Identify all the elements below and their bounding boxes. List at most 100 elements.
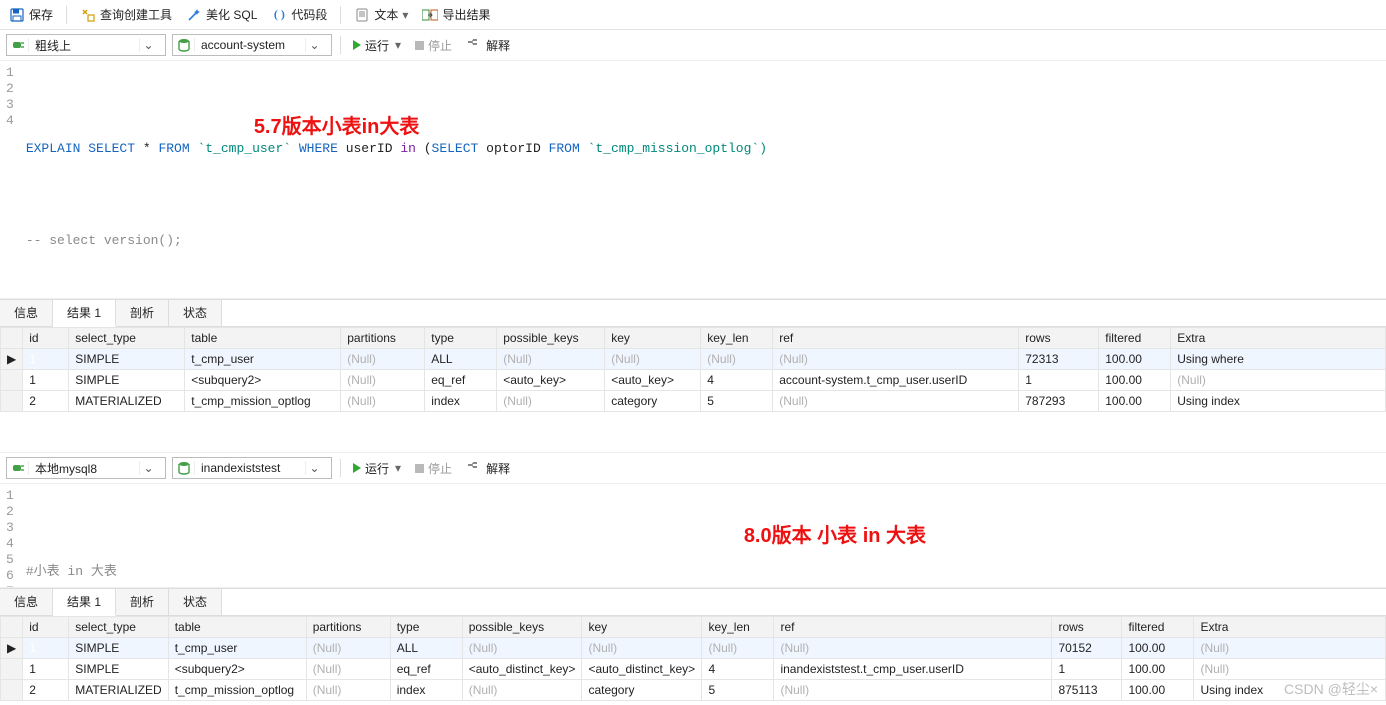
row-marker: ▶	[1, 349, 23, 370]
save-icon	[9, 7, 25, 23]
wand-icon	[186, 7, 202, 23]
col-table[interactable]: table	[168, 617, 306, 638]
save-button[interactable]: 保存	[6, 4, 56, 25]
stop-button-2: 停止	[411, 458, 456, 479]
stop-icon	[415, 464, 424, 473]
stop-label: 停止	[428, 37, 452, 54]
col-key[interactable]: key	[605, 328, 701, 349]
tab-status-2[interactable]: 状态	[169, 589, 222, 615]
tab-info-2[interactable]: 信息	[0, 589, 53, 615]
run-label: 运行	[365, 37, 389, 54]
col-select_type[interactable]: select_type	[69, 617, 168, 638]
col-ref[interactable]: ref	[774, 617, 1052, 638]
code-area-2[interactable]: #小表 in 大表 EXPLAIN SELECT * FROM `t_cmp_u…	[24, 484, 1386, 587]
col-rows[interactable]: rows	[1052, 617, 1122, 638]
query-builder-label: 查询创建工具	[100, 6, 172, 23]
sql-editor-2[interactable]: 1 2 3 4 5 6 7 #小表 in 大表 EXPLAIN SELECT *…	[0, 484, 1386, 588]
connection-bar-2: 本地mysql8 ⌄ inandexiststest ⌄ 运行 ▾ 停止 解释	[0, 452, 1386, 484]
row-marker: ▶	[1, 638, 23, 659]
beautify-button[interactable]: 美化 SQL	[183, 4, 260, 25]
explain-label: 解释	[486, 37, 510, 54]
col-filtered[interactable]: filtered	[1099, 328, 1171, 349]
col-id[interactable]: id	[23, 617, 69, 638]
explain-button-2[interactable]: 解释	[462, 458, 514, 479]
col-ref[interactable]: ref	[773, 328, 1019, 349]
table-row[interactable]: 1 SIMPLE <subquery2> (Null) eq_ref <auto…	[1, 659, 1386, 680]
text-label: 文本	[374, 6, 398, 23]
col-rows[interactable]: rows	[1019, 328, 1099, 349]
separator	[340, 459, 341, 477]
tab-result1-2[interactable]: 结果 1	[53, 589, 116, 616]
result-table-2[interactable]: id select_type table partitions type pos…	[0, 616, 1386, 701]
export-icon	[422, 7, 438, 23]
stop-button-1: 停止	[411, 35, 456, 56]
table-row[interactable]: ▶ 1 SIMPLE t_cmp_user (Null) ALL (Null) …	[1, 349, 1386, 370]
tab-result1-1[interactable]: 结果 1	[53, 300, 116, 327]
header-row: id select_type table partitions type pos…	[1, 617, 1386, 638]
col-possible_keys[interactable]: possible_keys	[497, 328, 605, 349]
result-tabs-2: 信息 结果 1 剖析 状态	[0, 588, 1386, 616]
table-row[interactable]: 2 MATERIALIZED t_cmp_mission_optlog (Nul…	[1, 680, 1386, 701]
chevron-down-icon: ⌄	[305, 461, 323, 475]
connection-combo-2[interactable]: 本地mysql8 ⌄	[6, 457, 166, 479]
col-id[interactable]: id	[23, 328, 69, 349]
connection-label-2: 本地mysql8	[29, 460, 139, 477]
col-key_len[interactable]: key_len	[701, 328, 773, 349]
chevron-down-icon: ▾	[402, 8, 408, 22]
separator	[340, 36, 341, 54]
database-icon	[173, 38, 195, 52]
database-label-2: inandexiststest	[195, 461, 305, 475]
col-type[interactable]: type	[425, 328, 497, 349]
gutter-1: 1 2 3 4	[0, 61, 24, 298]
col-possible_keys[interactable]: possible_keys	[462, 617, 582, 638]
database-icon	[173, 461, 195, 475]
run-label: 运行	[365, 460, 389, 477]
connection-bar-1: 粗线上 ⌄ account-system ⌄ 运行 ▾ 停止 解释	[0, 30, 1386, 61]
connection-label-1: 粗线上	[29, 37, 139, 54]
snippet-button[interactable]: ( ) 代码段	[268, 4, 330, 25]
col-partitions[interactable]: partitions	[306, 617, 390, 638]
col-type[interactable]: type	[390, 617, 462, 638]
col-extra[interactable]: Extra	[1194, 617, 1386, 638]
main-toolbar: 保存 查询创建工具 美化 SQL ( ) 代码段 文本 ▾	[0, 0, 1386, 30]
col-select_type[interactable]: select_type	[69, 328, 185, 349]
tab-info-1[interactable]: 信息	[0, 300, 53, 326]
database-combo-2[interactable]: inandexiststest ⌄	[172, 457, 332, 479]
tab-profile-2[interactable]: 剖析	[116, 589, 169, 615]
connection-combo-1[interactable]: 粗线上 ⌄	[6, 34, 166, 56]
col-filtered[interactable]: filtered	[1122, 617, 1194, 638]
database-combo-1[interactable]: account-system ⌄	[172, 34, 332, 56]
col-extra[interactable]: Extra	[1171, 328, 1386, 349]
col-partitions[interactable]: partitions	[341, 328, 425, 349]
run-button-2[interactable]: 运行 ▾	[349, 458, 405, 479]
query-pane-2: 本地mysql8 ⌄ inandexiststest ⌄ 运行 ▾ 停止 解释	[0, 452, 1386, 701]
result-table-1[interactable]: id select_type table partitions type pos…	[0, 327, 1386, 412]
separator	[66, 6, 67, 24]
plug-icon	[7, 461, 29, 475]
table-row[interactable]: 2 MATERIALIZED t_cmp_mission_optlog (Nul…	[1, 391, 1386, 412]
export-label: 导出结果	[442, 6, 490, 23]
sql-editor-1[interactable]: 1 2 3 4 EXPLAIN SELECT * FROM `t_cmp_use…	[0, 61, 1386, 299]
col-key_len[interactable]: key_len	[702, 617, 774, 638]
play-icon	[353, 463, 361, 473]
query-builder-button[interactable]: 查询创建工具	[77, 4, 175, 25]
explain-label: 解释	[486, 460, 510, 477]
stop-icon	[415, 41, 424, 50]
export-button[interactable]: 导出结果	[419, 4, 493, 25]
table-row[interactable]: 1 SIMPLE <subquery2> (Null) eq_ref <auto…	[1, 370, 1386, 391]
chevron-down-icon: ▾	[395, 38, 401, 52]
chevron-down-icon: ⌄	[139, 461, 157, 475]
tab-status-1[interactable]: 状态	[169, 300, 222, 326]
table-row[interactable]: ▶ 1 SIMPLE t_cmp_user (Null) ALL (Null) …	[1, 638, 1386, 659]
text-button[interactable]: 文本 ▾	[351, 4, 411, 25]
code-braces-icon: ( )	[271, 7, 287, 23]
tab-profile-1[interactable]: 剖析	[116, 300, 169, 326]
annotation-2: 8.0版本 小表 in 大表	[744, 528, 926, 544]
code-area-1[interactable]: EXPLAIN SELECT * FROM `t_cmp_user` WHERE…	[24, 61, 1386, 298]
query-builder-icon	[80, 7, 96, 23]
explain-button-1[interactable]: 解释	[462, 35, 514, 56]
col-key[interactable]: key	[582, 617, 702, 638]
watermark: CSDN @轻尘×	[1284, 679, 1378, 699]
run-button-1[interactable]: 运行 ▾	[349, 35, 405, 56]
col-table[interactable]: table	[185, 328, 341, 349]
